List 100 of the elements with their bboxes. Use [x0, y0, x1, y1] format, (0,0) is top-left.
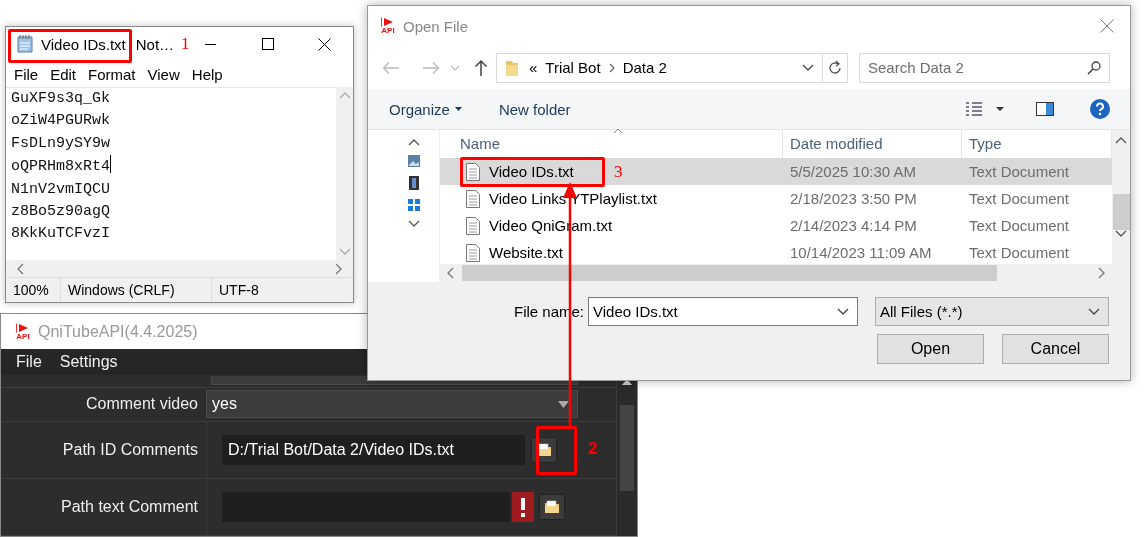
- folder-icon: [544, 500, 560, 515]
- up-arrow-icon[interactable]: [474, 58, 488, 77]
- window-title: Video IDs.txt: [41, 35, 126, 53]
- file-date: 10/14/2023 11:09 AM: [789, 244, 933, 261]
- field-label: Path ID Comments: [61, 441, 199, 460]
- file-date: 5/5/2025 10:30 AM: [789, 163, 917, 180]
- app-name: Not…: [135, 35, 175, 53]
- scrollbar-thumb[interactable]: [462, 265, 997, 281]
- field-label: Path text Comment: [60, 498, 199, 517]
- file-date: 2/18/2023 3:50 PM: [789, 190, 918, 207]
- breadcrumb-item[interactable]: Data 2: [622, 59, 667, 76]
- search-field[interactable]: Search Data 2: [859, 52, 1110, 83]
- close-icon[interactable]: [1100, 19, 1114, 33]
- text-line: GuXF9s3q_Gk: [11, 90, 111, 107]
- sort-icon[interactable]: [613, 128, 623, 133]
- close-icon: [318, 37, 331, 51]
- dropdown[interactable]: yes: [206, 390, 578, 419]
- document-icon: [466, 162, 480, 181]
- scroll-up-icon[interactable]: [1115, 136, 1127, 144]
- file-name-field[interactable]: Video IDs.txt: [588, 297, 858, 326]
- caret-icon[interactable]: [996, 107, 1004, 111]
- notepad-icon: [15, 34, 35, 54]
- document-icon: [466, 216, 480, 235]
- menu-item[interactable]: File: [8, 65, 45, 83]
- refresh-icon: [827, 59, 843, 76]
- text-line: N1nV2vmIQCU: [11, 180, 111, 198]
- text-line: z8Bo5z90agQ: [11, 203, 111, 221]
- file-name: Video Links YTPlaylist.txt: [489, 190, 657, 207]
- folder-icon: [536, 443, 552, 458]
- logo-label: API: [381, 27, 395, 35]
- menu-item[interactable]: File: [7, 353, 51, 371]
- videos-icon[interactable]: [408, 176, 419, 190]
- menu-item[interactable]: View: [141, 65, 186, 83]
- step-number: 1: [181, 34, 190, 54]
- pictures-icon[interactable]: [407, 155, 420, 167]
- search-icon: [1087, 60, 1101, 75]
- file-name: Video IDs.txt: [489, 163, 574, 180]
- breadcrumb-item[interactable]: Trial Bot: [545, 59, 601, 76]
- dropdown-chevron-icon[interactable]: [837, 307, 849, 316]
- step-number: 2: [588, 439, 598, 459]
- dropdown-chevron-icon[interactable]: [1088, 307, 1100, 316]
- refresh-button[interactable]: [823, 52, 848, 83]
- file-type: Text Document: [968, 244, 1071, 261]
- dropdown-chevron-icon[interactable]: [802, 63, 814, 72]
- scroll-up-icon[interactable]: [622, 379, 632, 385]
- status-item: Windows (CRLF): [61, 278, 212, 302]
- open-button[interactable]: Open: [877, 334, 984, 364]
- scroll-down-icon[interactable]: [1115, 230, 1127, 238]
- windows-icon[interactable]: [407, 199, 420, 211]
- text-line: FsDLn9ySY9w: [11, 134, 111, 152]
- menu-item[interactable]: Format: [82, 65, 142, 83]
- view-options-icon[interactable]: [965, 101, 983, 117]
- file-type: Text Document: [968, 190, 1071, 207]
- text-cursor: [110, 155, 112, 174]
- highlight-box: [536, 426, 577, 475]
- error-icon: [512, 492, 534, 523]
- file-type-dropdown[interactable]: All Files (*.*): [875, 297, 1109, 326]
- step-number: 3: [614, 162, 623, 182]
- file-date: 2/14/2023 4:14 PM: [789, 217, 918, 234]
- chevron-right-icon[interactable]: [1098, 267, 1106, 279]
- text-line: oZiW4PGURwk: [11, 112, 111, 130]
- file-name: Website.txt: [489, 244, 563, 261]
- document-icon: [466, 189, 480, 208]
- address-bar[interactable]: « Trial Bot Data 2: [496, 52, 823, 83]
- window-title: QniTubeAPI(4.4.2025): [38, 322, 198, 341]
- play-icon: [381, 17, 395, 27]
- overflow-chevron[interactable]: «: [529, 59, 538, 76]
- dialog-title: Open File: [403, 17, 469, 35]
- browse-button[interactable]: [539, 494, 565, 521]
- browse-button[interactable]: [531, 437, 557, 464]
- menu-item[interactable]: Help: [185, 65, 229, 83]
- new-folder-button[interactable]: New folder: [498, 100, 571, 118]
- path-field[interactable]: D:/Trial Bot/Data 2/Video IDs.txt: [222, 435, 525, 466]
- organize-menu[interactable]: Organize: [389, 100, 462, 118]
- scrollbar-thumb[interactable]: [620, 405, 634, 491]
- file-row[interactable]: Website.txt 10/14/2023 11:09 AM Text Document: [440, 239, 1112, 264]
- status-item: UTF-8: [218, 281, 260, 300]
- play-icon: [16, 322, 30, 333]
- chevron-left-icon[interactable]: [446, 267, 454, 279]
- file-type: Text Document: [968, 217, 1071, 234]
- chevron-right-icon[interactable]: [335, 262, 343, 275]
- menu-item[interactable]: Settings: [50, 353, 127, 371]
- file-type: Text Document: [968, 163, 1071, 180]
- folder-icon: [505, 58, 519, 77]
- logo-label: API: [16, 332, 30, 341]
- file-row[interactable]: Video Links YTPlaylist.txt 2/18/2023 3:50 PM Text Document: [440, 185, 1112, 212]
- cancel-button[interactable]: Cancel: [1002, 334, 1109, 364]
- dropdown-arrow-icon: [558, 400, 569, 408]
- field-label: Comment video: [84, 395, 199, 414]
- scroll-down-icon[interactable]: [407, 220, 420, 228]
- chevron-left-icon[interactable]: [16, 262, 24, 275]
- text-line: 8KkKuTCFvzI: [11, 225, 111, 243]
- document-icon: [466, 243, 480, 262]
- text-line: oQPRHm8xRt4: [11, 158, 111, 176]
- scroll-up-icon[interactable]: [407, 138, 420, 146]
- maximize-icon: [261, 38, 274, 50]
- help-icon[interactable]: [1090, 99, 1110, 119]
- scrollbar-thumb[interactable]: [1112, 194, 1130, 230]
- preview-pane-icon[interactable]: [1036, 102, 1054, 116]
- menu-item[interactable]: Edit: [44, 65, 83, 83]
